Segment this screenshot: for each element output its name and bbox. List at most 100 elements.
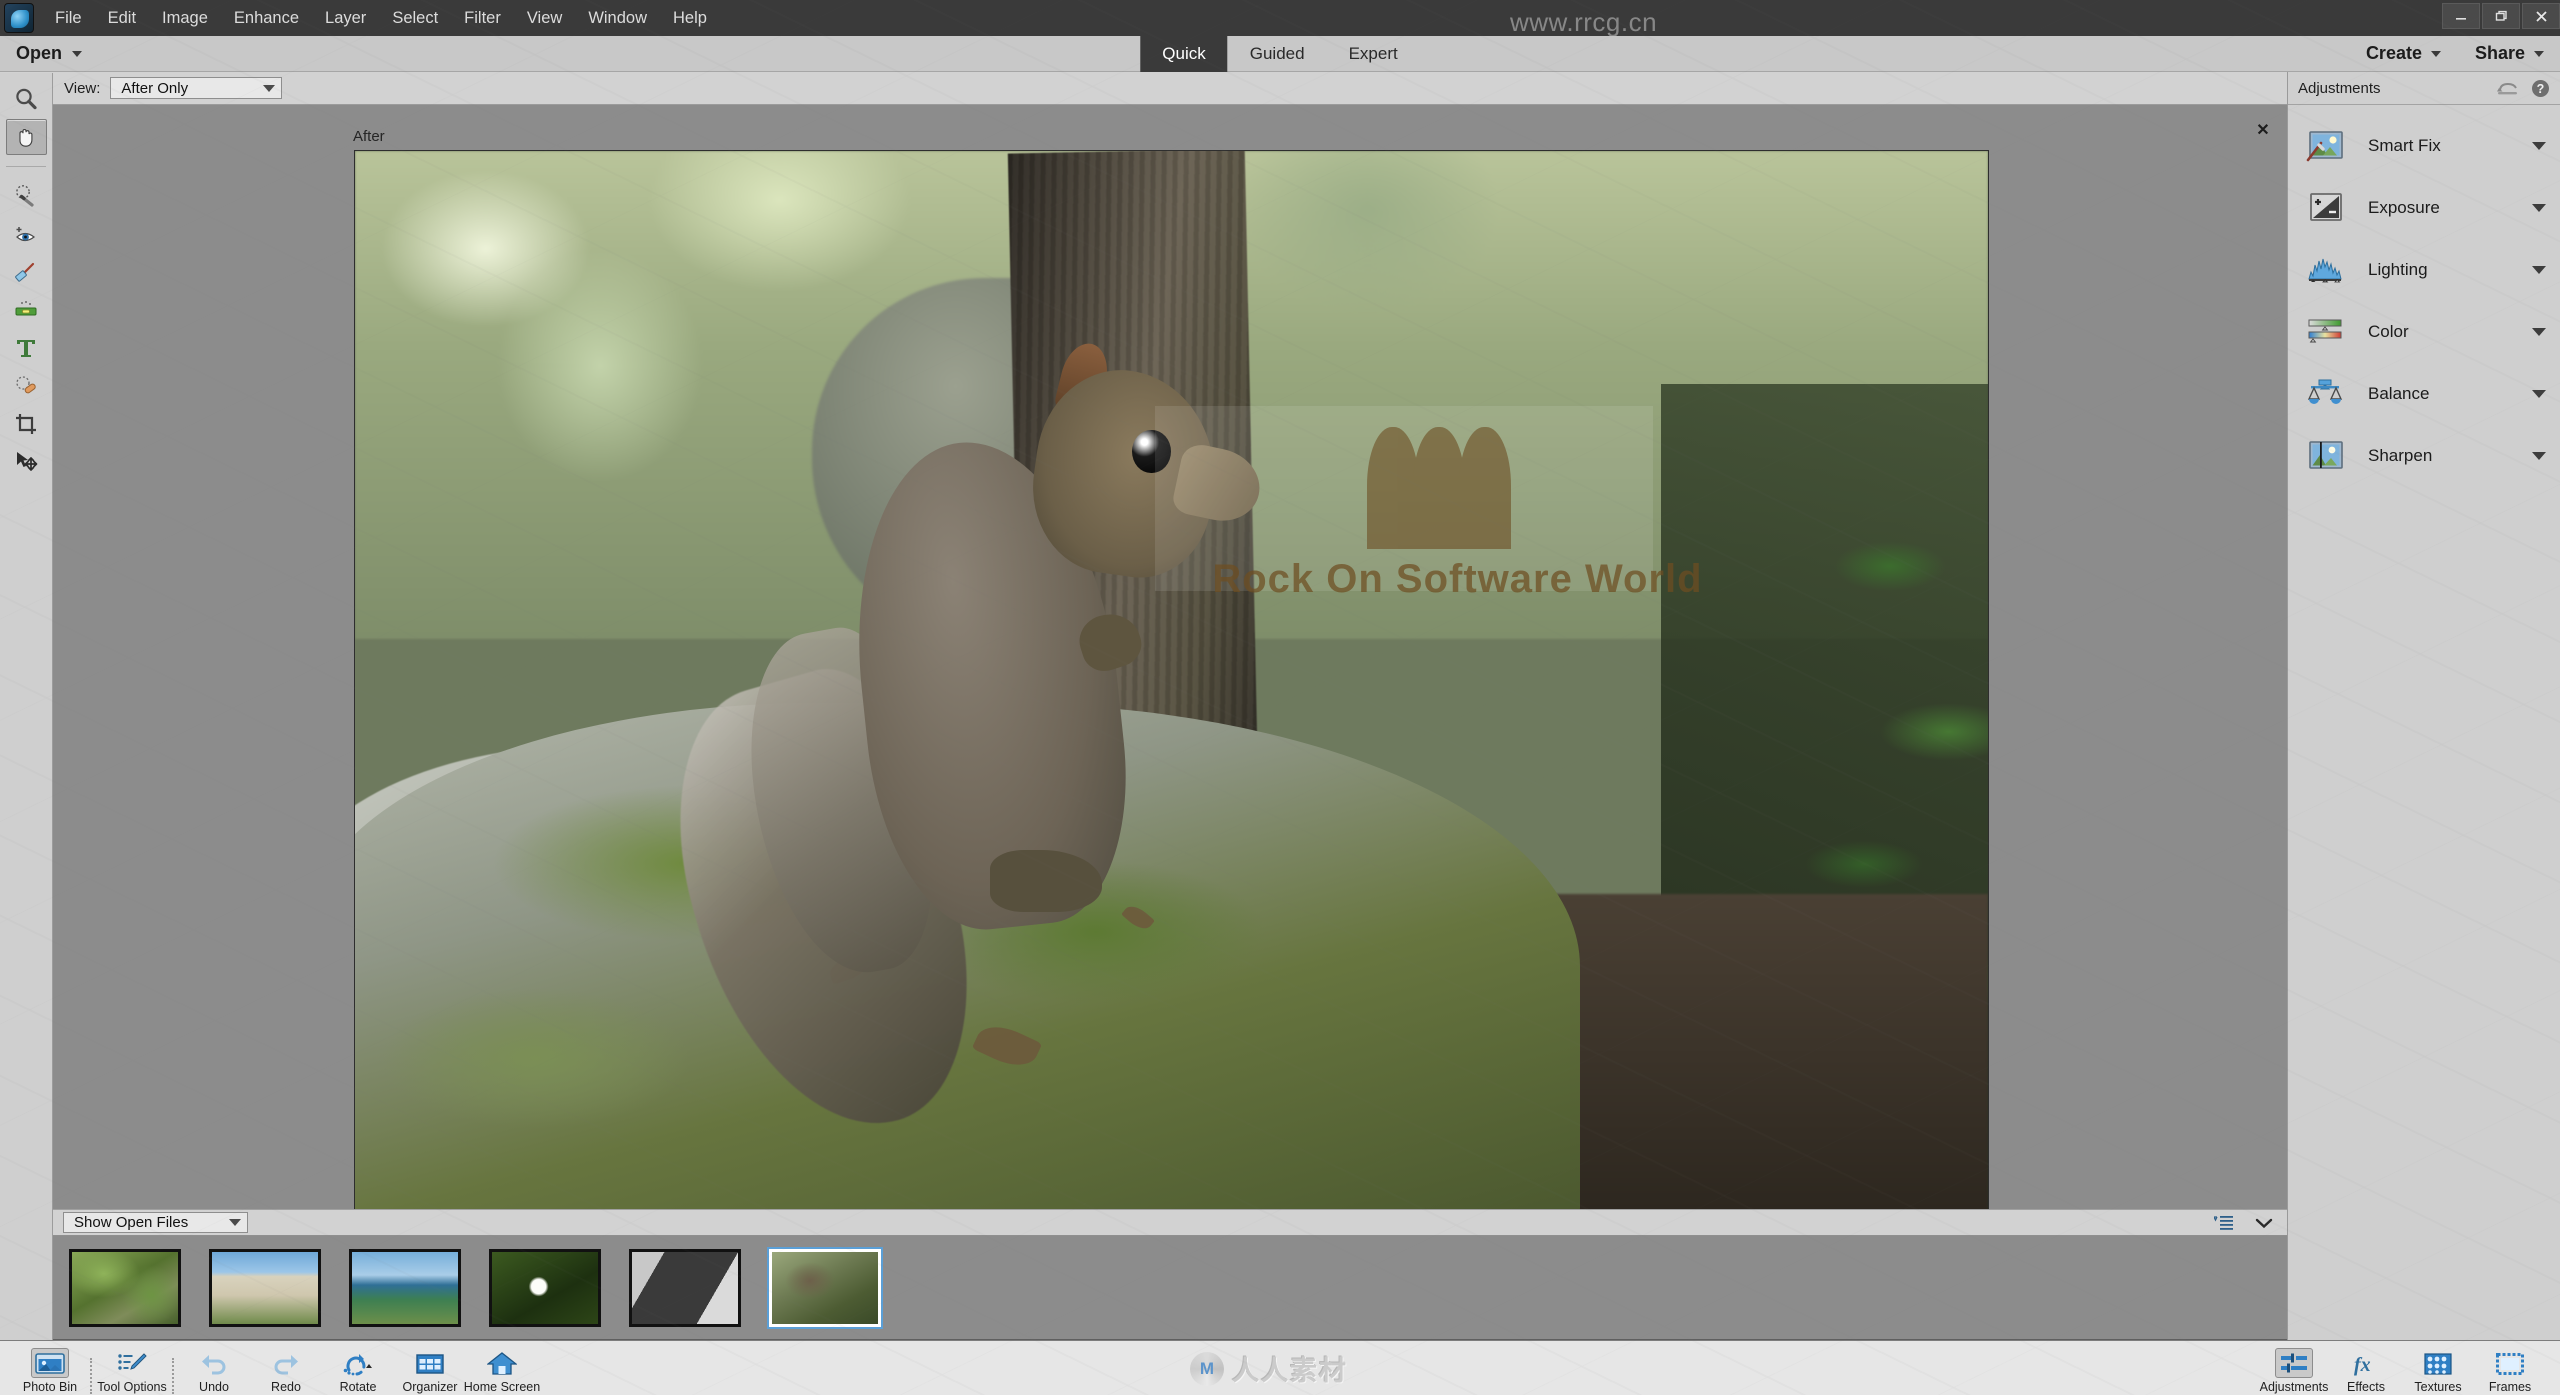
photo-squirrel-on-mossy-rock: Rock On Software World: [355, 151, 1988, 1212]
move-tool[interactable]: [6, 444, 47, 480]
bottom-bar-adjustments-button[interactable]: Adjustments: [2258, 1342, 2330, 1394]
bottom-bar-rotate-button[interactable]: Rotate: [322, 1342, 394, 1394]
create-button[interactable]: Create: [2366, 43, 2441, 64]
view-mode-select[interactable]: After Only: [110, 77, 283, 99]
bottom-bar-item-label: Adjustments: [2259, 1380, 2329, 1394]
menu-item-file[interactable]: File: [42, 3, 95, 34]
type-tool[interactable]: [6, 330, 47, 366]
red-eye-removal-tool[interactable]: [6, 216, 47, 252]
squirrel-subject: [638, 331, 1433, 1159]
bottom-bar-tool-options-button[interactable]: Tool Options: [96, 1342, 168, 1394]
svg-text:?: ?: [2537, 82, 2545, 96]
quick-selection-tool[interactable]: [6, 178, 47, 214]
bottom-bar-divider: [172, 1358, 174, 1394]
toolbar-divider: [6, 166, 46, 167]
chevron-down-icon[interactable]: [2532, 204, 2546, 212]
chevron-down-icon[interactable]: [2532, 266, 2546, 274]
thumb-mansion[interactable]: [209, 1248, 321, 1327]
straighten-tool[interactable]: [6, 292, 47, 328]
photo-bin[interactable]: [53, 1236, 2287, 1340]
chevron-down-icon[interactable]: [2532, 452, 2546, 460]
bottom-task-bar: Photo Bin Tool Options Undo Redo Rotate Organ…: [0, 1340, 2560, 1395]
menu-item-enhance[interactable]: Enhance: [221, 3, 312, 34]
maximize-button[interactable]: [2482, 3, 2520, 29]
chevron-down-icon: [229, 1219, 241, 1226]
bottom-bar-frames-button[interactable]: Frames: [2474, 1342, 2546, 1394]
bottom-bar-item-label: Photo Bin: [22, 1380, 78, 1394]
adjustment-row-exposure[interactable]: Exposure: [2288, 177, 2560, 239]
bottom-bar-item-label: Redo: [271, 1380, 301, 1394]
chevron-down-icon: [263, 84, 276, 92]
bottom-bar-effects-button[interactable]: fx Effects: [2330, 1342, 2402, 1394]
thumb-white-daisy[interactable]: [489, 1248, 601, 1327]
minimize-button[interactable]: [2442, 3, 2480, 29]
bottom-bar-redo-button[interactable]: Redo: [250, 1342, 322, 1394]
hand-tool[interactable]: [5, 119, 47, 155]
bottom-bar-textures-button[interactable]: Textures: [2402, 1342, 2474, 1394]
menu-item-window[interactable]: Window: [575, 3, 660, 34]
thumb-coastal-cliff[interactable]: [349, 1248, 461, 1327]
edit-mode-tabs: Quick Guided Expert: [1140, 35, 1420, 72]
adjustment-label: Balance: [2368, 384, 2430, 403]
menu-item-image[interactable]: Image: [149, 3, 221, 34]
bottom-bar-organizer-button[interactable]: Organizer: [394, 1342, 466, 1394]
menu-item-layer[interactable]: Layer: [312, 3, 379, 34]
whiten-teeth-tool[interactable]: [6, 254, 47, 290]
photoshop-elements-logo-icon: [4, 3, 34, 33]
document-canvas[interactable]: Rock On Software World: [354, 150, 1989, 1213]
close-document-button[interactable]: ✕: [2253, 120, 2273, 140]
photo-bin-filter-select[interactable]: Show Open Files: [63, 1212, 248, 1233]
bottom-bar-item-label: Frames: [2488, 1380, 2532, 1394]
close-button[interactable]: [2522, 3, 2560, 29]
canvas-area[interactable]: After ✕ Rock On Software World: [53, 106, 2287, 1213]
adjustment-row-lighting[interactable]: Lighting: [2288, 239, 2560, 301]
adjustment-label: Color: [2368, 322, 2409, 341]
bottom-bar-left-group: Photo Bin Tool Options Undo Redo Rotate Organ…: [0, 1342, 540, 1394]
menu-item-view[interactable]: View: [514, 3, 575, 34]
adjustment-row-smart-fix[interactable]: Smart Fix: [2288, 115, 2560, 177]
sort-list-icon[interactable]: [2214, 1215, 2233, 1230]
reset-icon[interactable]: [2497, 79, 2519, 97]
chevron-down-icon[interactable]: [2255, 1217, 2273, 1229]
home-screen-icon: [487, 1350, 517, 1378]
chevron-down-icon[interactable]: [2532, 142, 2546, 150]
spot-healing-icon: [16, 376, 36, 394]
tab-expert[interactable]: Expert: [1327, 36, 1420, 72]
chevron-down-icon[interactable]: [2532, 328, 2546, 336]
adjustments-panel: Adjustments ? Smart Fix Exposure Lightin…: [2287, 72, 2560, 1340]
share-button[interactable]: Share: [2475, 43, 2544, 64]
chevron-down-icon: [2534, 50, 2544, 57]
thumb-squirrel[interactable]: [767, 1246, 883, 1329]
adjustment-row-color[interactable]: Color: [2288, 301, 2560, 363]
zoom-tool[interactable]: [6, 81, 47, 117]
menu-item-help[interactable]: Help: [660, 3, 720, 34]
chevron-down-icon[interactable]: [2532, 390, 2546, 398]
menu-item-filter[interactable]: Filter: [451, 3, 514, 34]
mode-bar: Open Quick Guided Expert Create Share: [0, 35, 2560, 72]
adjustment-label: Lighting: [2368, 260, 2428, 279]
bottom-bar-undo-button[interactable]: Undo: [178, 1342, 250, 1394]
bottom-bar-home-screen-button[interactable]: Home Screen: [464, 1342, 540, 1394]
bottom-bar-item-label: Undo: [199, 1380, 229, 1394]
adjustment-row-sharpen[interactable]: Sharpen: [2288, 425, 2560, 487]
bottom-bar-item-label: Effects: [2347, 1380, 2385, 1394]
crop-tool[interactable]: [6, 406, 47, 442]
photo-bin-header: Show Open Files: [53, 1209, 2287, 1236]
help-icon[interactable]: ?: [2531, 79, 2550, 98]
effects-icon: fx: [2351, 1350, 2381, 1378]
color-icon: [2306, 315, 2346, 349]
thumb-donkey[interactable]: [629, 1248, 741, 1327]
menu-item-select[interactable]: Select: [379, 3, 451, 34]
adjustment-row-balance[interactable]: Balance: [2288, 363, 2560, 425]
magnifier-icon: [16, 88, 37, 110]
thumb-forest-path[interactable]: [69, 1248, 181, 1327]
menu-item-edit[interactable]: Edit: [95, 3, 149, 34]
watermark-text: 人人素材: [1232, 1356, 1348, 1386]
tab-guided[interactable]: Guided: [1228, 36, 1327, 72]
bottom-bar-photo-bin-button[interactable]: Photo Bin: [14, 1342, 86, 1394]
lighting-icon: [2306, 253, 2346, 287]
open-button[interactable]: Open: [16, 43, 83, 64]
spot-healing-brush-tool[interactable]: [6, 368, 47, 404]
hand-icon: [19, 129, 33, 147]
tab-quick[interactable]: Quick: [1140, 35, 1228, 72]
